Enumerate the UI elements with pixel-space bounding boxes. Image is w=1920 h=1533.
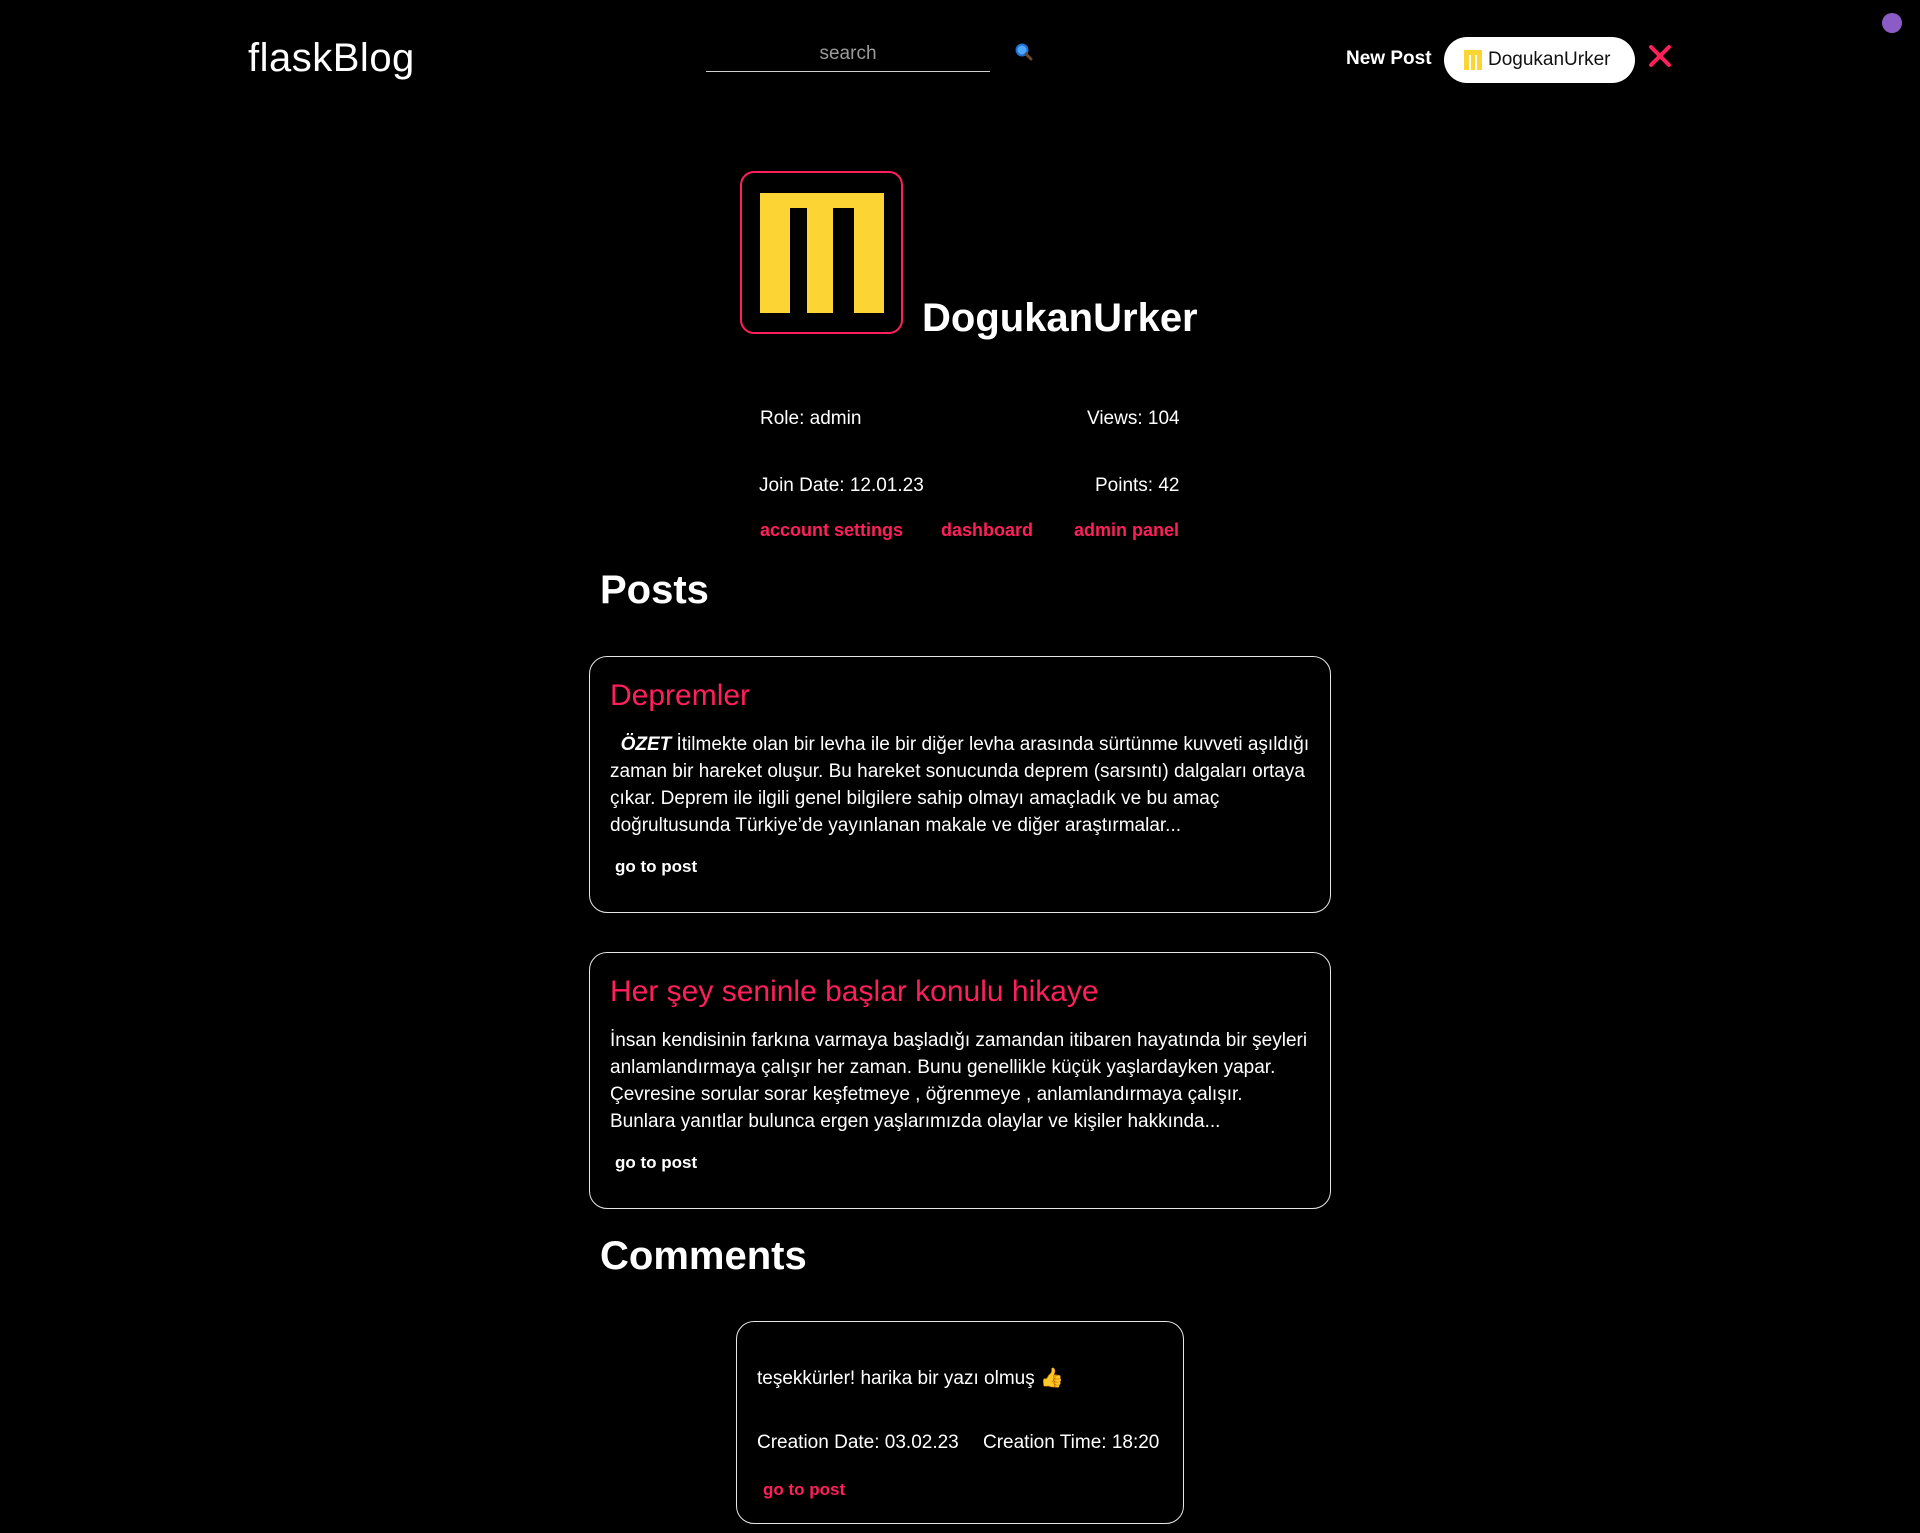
avatar-logo-icon bbox=[759, 192, 884, 313]
comment-card: teşekkürler! harika bir yazı olmuş 👍 Cre… bbox=[736, 1321, 1184, 1524]
profile-points: Points: 42 bbox=[1095, 475, 1180, 496]
search-icon bbox=[1015, 43, 1033, 61]
post-card: Her şey seninle başlar konulu hikaye İns… bbox=[589, 952, 1331, 1209]
site-logo[interactable]: flaskBlog bbox=[248, 36, 415, 81]
extension-icon[interactable] bbox=[1882, 13, 1902, 33]
post-excerpt: ÖZET İtilmekte olan bir levha ile bir di… bbox=[610, 731, 1310, 839]
profile-username: DogukanUrker bbox=[922, 296, 1198, 340]
post-excerpt-text: İtilmekte olan bir levha ile bir diğer l… bbox=[610, 734, 1310, 836]
dashboard-link[interactable]: dashboard bbox=[941, 520, 1033, 541]
post-title[interactable]: Her şey seninle başlar konulu hikaye bbox=[610, 975, 1310, 1009]
go-to-post-link[interactable]: go to post bbox=[615, 857, 697, 877]
post-excerpt-lead: ÖZET bbox=[620, 734, 672, 755]
new-post-link[interactable]: New Post bbox=[1346, 48, 1432, 70]
profile-views: Views: 104 bbox=[1087, 408, 1180, 429]
post-title[interactable]: Depremler bbox=[610, 679, 1310, 713]
close-icon bbox=[1649, 45, 1671, 67]
comment-creation-date: Creation Date: 03.02.23 bbox=[757, 1432, 959, 1453]
comment-creation-time: Creation Time: 18:20 bbox=[983, 1432, 1160, 1453]
admin-panel-link[interactable]: admin panel bbox=[1074, 520, 1179, 541]
comments-heading: Comments bbox=[600, 1234, 807, 1278]
search-bar bbox=[706, 36, 990, 72]
account-settings-link[interactable]: account settings bbox=[760, 520, 903, 541]
comment-go-to-post-link[interactable]: go to post bbox=[763, 1480, 845, 1500]
user-menu-button[interactable]: DogukanUrker bbox=[1444, 37, 1635, 83]
page: flaskBlog New Post DogukanUrker bbox=[0, 0, 1920, 1533]
search-input[interactable] bbox=[706, 36, 990, 71]
post-card: Depremler ÖZET İtilmekte olan bir levha … bbox=[589, 656, 1331, 913]
comment-text: teşekkürler! harika bir yazı olmuş 👍 bbox=[757, 1368, 1064, 1389]
profile-join-date: Join Date: 12.01.23 bbox=[759, 475, 924, 496]
posts-heading: Posts bbox=[600, 568, 709, 612]
post-excerpt: İnsan kendisinin farkına varmaya başladı… bbox=[610, 1030, 1308, 1132]
close-button[interactable] bbox=[1646, 42, 1674, 70]
avatar-logo-icon bbox=[1464, 50, 1482, 70]
profile-avatar bbox=[740, 171, 903, 334]
go-to-post-link[interactable]: go to post bbox=[615, 1153, 697, 1173]
search-button[interactable] bbox=[1012, 40, 1036, 64]
profile-role: Role: admin bbox=[760, 408, 862, 429]
user-menu-name: DogukanUrker bbox=[1488, 49, 1611, 70]
